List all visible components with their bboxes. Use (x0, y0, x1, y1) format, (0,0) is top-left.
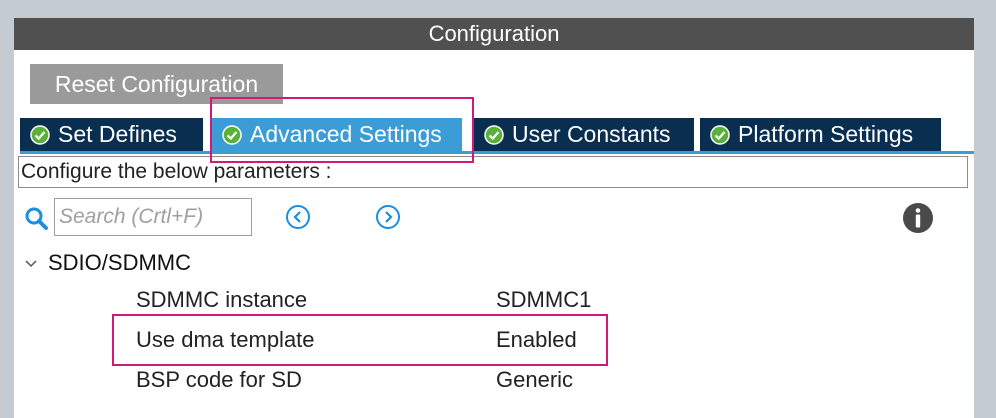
param-name: BSP code for SD (136, 367, 302, 392)
param-value[interactable]: Generic (496, 362, 573, 398)
check-circle-icon (222, 124, 242, 145)
tab-label: Advanced Settings (250, 121, 442, 147)
scrollbar[interactable] (974, 18, 996, 418)
search-icon[interactable] (24, 206, 50, 232)
check-circle-icon (30, 124, 50, 145)
param-value[interactable]: Enabled (496, 322, 577, 358)
next-icon[interactable] (375, 204, 401, 230)
configuration-panel: Configuration Reset Configuration Set De… (14, 18, 975, 418)
param-name: SDMMC instance (136, 287, 308, 312)
panel-title: Configuration (14, 18, 974, 50)
param-value[interactable]: SDMMC1 (496, 282, 591, 318)
info-icon[interactable] (902, 202, 934, 234)
chevron-down-icon (25, 260, 37, 268)
tab-underline (20, 151, 975, 154)
param-row[interactable]: Use dma template Enabled (136, 322, 636, 358)
check-circle-icon (484, 124, 504, 145)
param-row[interactable]: SDMMC instance SDMMC1 (136, 282, 636, 318)
prev-icon[interactable] (285, 204, 311, 230)
group-label: SDIO/SDMMC (48, 250, 191, 275)
tab-set-defines[interactable]: Set Defines (20, 118, 203, 151)
reset-configuration-button[interactable]: Reset Configuration (30, 64, 283, 104)
tab-platform-settings[interactable]: Platform Settings (700, 118, 941, 151)
group-sdio-sdmmc[interactable]: SDIO/SDMMC (24, 248, 191, 278)
parameters-hint: Configure the below parameters : (18, 156, 968, 188)
tab-label: Set Defines (58, 121, 177, 147)
param-name: Use dma template (136, 327, 315, 352)
param-row[interactable]: BSP code for SD Generic (136, 362, 636, 398)
tab-bar: Set Defines Advanced Settings User Const… (20, 118, 975, 154)
tab-label: Platform Settings (738, 121, 914, 147)
tab-advanced-settings[interactable]: Advanced Settings (212, 118, 462, 151)
tab-label: User Constants (512, 121, 671, 147)
check-circle-icon (710, 124, 730, 145)
search-input[interactable] (54, 198, 252, 236)
tab-user-constants[interactable]: User Constants (474, 118, 694, 151)
